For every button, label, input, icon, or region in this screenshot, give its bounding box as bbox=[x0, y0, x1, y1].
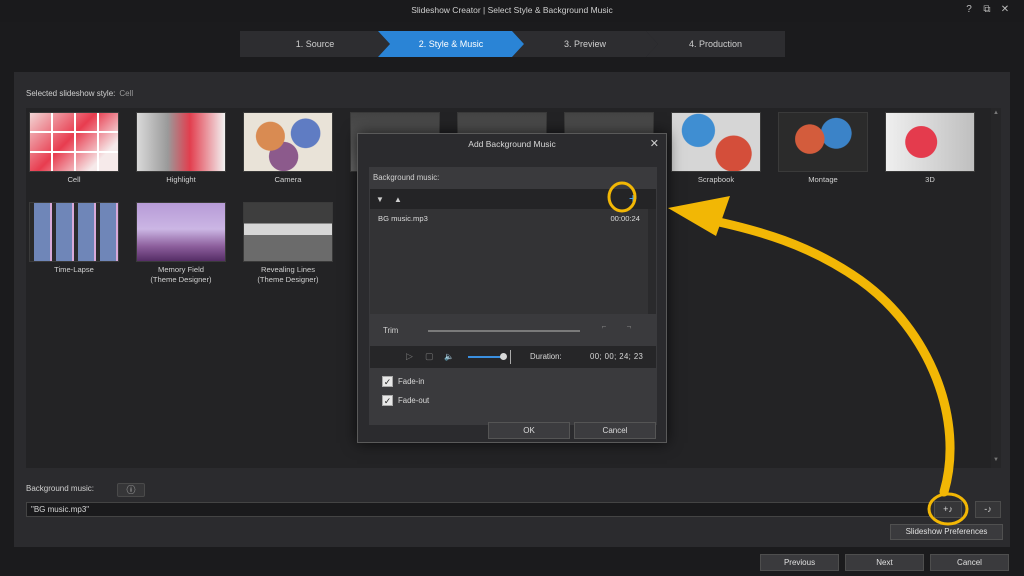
music-file-name: BG music.mp3 bbox=[378, 214, 428, 223]
step-production[interactable]: 4. Production bbox=[646, 31, 785, 57]
step-source[interactable]: 1. Source bbox=[240, 31, 390, 57]
dialog-cancel-button[interactable]: Cancel bbox=[574, 422, 656, 439]
style-thumbnail bbox=[136, 112, 226, 172]
style-tile-label: Scrapbook bbox=[697, 175, 735, 184]
style-tile-camera[interactable]: Camera bbox=[240, 112, 336, 185]
dialog-close-icon[interactable]: ✕ bbox=[650, 138, 659, 150]
dialog-title: Add Background Music bbox=[358, 134, 666, 154]
move-up-icon[interactable]: ▲ bbox=[394, 195, 402, 204]
style-tile-memory-field[interactable]: Memory Field (Theme Designer) bbox=[133, 202, 229, 285]
list-item[interactable]: BG music.mp3 00:00:24 bbox=[378, 214, 640, 223]
fade-in-checkbox[interactable]: ✓ Fade-in bbox=[382, 376, 462, 388]
wizard-steps: 1. Source 3. Preview 4. Production 2. St… bbox=[240, 31, 785, 57]
volume-slider-handle[interactable] bbox=[500, 353, 507, 360]
music-list-scrollbar[interactable] bbox=[648, 209, 656, 314]
style-tile-3d[interactable]: 3D bbox=[882, 112, 978, 185]
style-tile-label: 3D bbox=[925, 175, 935, 184]
scroll-down-icon[interactable]: ▼ bbox=[993, 457, 999, 463]
style-thumbnail bbox=[885, 112, 975, 172]
window-title: Slideshow Creator | Select Style & Backg… bbox=[411, 5, 613, 15]
player-bar: ▷ ▢ 🔈 Duration: 00; 00; 24; 23 bbox=[370, 346, 656, 368]
trim-label: Trim bbox=[383, 326, 399, 335]
style-tile-scrapbook[interactable]: Scrapbook bbox=[668, 112, 764, 185]
dialog-music-label: Background music: bbox=[373, 173, 440, 182]
ok-button[interactable]: OK bbox=[488, 422, 570, 439]
style-tile-label: Time-Lapse bbox=[54, 265, 94, 274]
help-icon[interactable]: ? bbox=[962, 3, 976, 17]
stop-icon[interactable]: ▢ bbox=[425, 351, 434, 362]
style-tile-label: Camera bbox=[274, 175, 302, 184]
trim-slider[interactable] bbox=[428, 330, 580, 332]
step-preview[interactable]: 3. Preview bbox=[512, 31, 658, 57]
style-thumbnail bbox=[778, 112, 868, 172]
style-tile-montage[interactable]: Montage bbox=[775, 112, 871, 185]
title-bar: Slideshow Creator | Select Style & Backg… bbox=[0, 0, 1024, 22]
style-tile-label: Memory Field (Theme Designer) bbox=[150, 265, 212, 284]
trim-end-icon[interactable]: ¬ bbox=[621, 322, 637, 334]
style-tile-label: Montage bbox=[808, 175, 838, 184]
close-icon[interactable]: ✕ bbox=[998, 3, 1012, 17]
selected-style-caption: Selected slideshow style: bbox=[26, 89, 116, 98]
duration-label: Duration: bbox=[530, 352, 562, 361]
play-icon[interactable]: ▷ bbox=[406, 351, 413, 362]
remove-music-button[interactable]: -♪ bbox=[975, 501, 1001, 518]
style-tile-label: Highlight bbox=[166, 175, 196, 184]
music-list: BG music.mp3 00:00:24 bbox=[370, 209, 656, 314]
style-thumbnail bbox=[671, 112, 761, 172]
selected-style-label: Selected slideshow style: Cell bbox=[26, 89, 133, 98]
fade-out-label: Fade-out bbox=[398, 396, 430, 405]
next-button[interactable]: Next bbox=[845, 554, 924, 571]
duration-value: 00; 00; 24; 23 bbox=[590, 352, 644, 361]
previous-button[interactable]: Previous bbox=[760, 554, 839, 571]
fade-out-checkbox[interactable]: ✓ Fade-out bbox=[382, 395, 462, 407]
checkbox-check-icon: ✓ bbox=[382, 395, 393, 406]
trim-start-icon[interactable]: ⌐ bbox=[596, 322, 612, 334]
style-thumbnail bbox=[243, 112, 333, 172]
info-icon[interactable]: ⓘ bbox=[117, 483, 145, 497]
scroll-up-icon[interactable]: ▲ bbox=[993, 110, 999, 116]
slideshow-preferences-button[interactable]: Slideshow Preferences bbox=[890, 524, 1003, 540]
style-thumbnail bbox=[136, 202, 226, 262]
volume-icon[interactable]: 🔈 bbox=[444, 352, 454, 361]
background-music-field[interactable]: "BG music.mp3" bbox=[26, 502, 930, 517]
style-tile-cell[interactable]: Cell bbox=[26, 112, 122, 185]
restore-icon[interactable]: ⧉ bbox=[980, 3, 994, 17]
add-file-icon[interactable]: + bbox=[625, 191, 641, 207]
grid-scrollbar[interactable]: ▲ ▼ bbox=[991, 108, 1001, 468]
add-background-music-dialog: Add Background Music ✕ Background music:… bbox=[357, 133, 667, 443]
style-tile-label: Cell bbox=[67, 175, 81, 184]
style-thumbnail bbox=[29, 112, 119, 172]
cancel-button[interactable]: Cancel bbox=[930, 554, 1009, 571]
checkbox-check-icon: ✓ bbox=[382, 376, 393, 387]
background-music-label: Background music: bbox=[26, 484, 95, 493]
volume-slider[interactable] bbox=[468, 356, 502, 358]
style-tile-time-lapse[interactable]: Time-Lapse bbox=[26, 202, 122, 275]
add-music-button[interactable]: +♪ bbox=[934, 501, 962, 518]
style-tile-revealing-lines[interactable]: Revealing Lines (Theme Designer) bbox=[240, 202, 336, 285]
music-list-toolbar: ▼ ▲ + bbox=[370, 189, 656, 209]
style-thumbnail bbox=[29, 202, 119, 262]
step-style-music[interactable]: 2. Style & Music bbox=[378, 31, 524, 57]
style-tile-label: Revealing Lines (Theme Designer) bbox=[257, 265, 319, 284]
selected-style-value: Cell bbox=[119, 89, 134, 98]
style-thumbnail bbox=[243, 202, 333, 262]
divider bbox=[510, 350, 511, 364]
fade-in-label: Fade-in bbox=[398, 377, 425, 386]
music-file-duration: 00:00:24 bbox=[610, 214, 640, 223]
style-tile-highlight[interactable]: Highlight bbox=[133, 112, 229, 185]
move-down-icon[interactable]: ▼ bbox=[376, 195, 384, 204]
